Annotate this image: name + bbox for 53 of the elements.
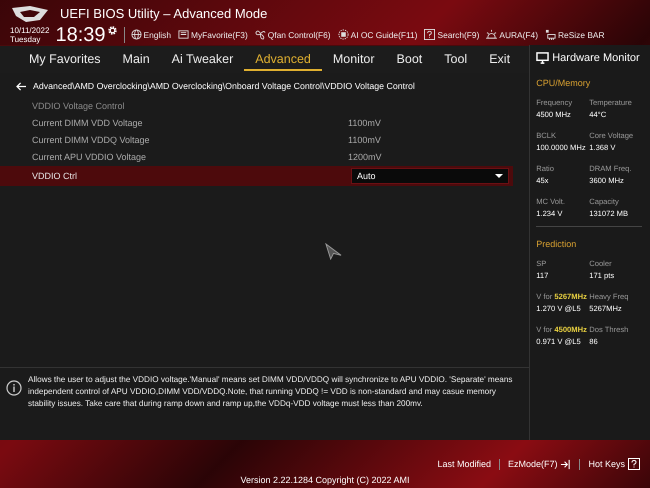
back-arrow-icon[interactable] (16, 82, 27, 90)
section-heading: VDDIO Voltage Control (32, 100, 126, 110)
setting-label: Current DIMM VDD Voltage (32, 118, 144, 128)
light-icon (486, 29, 498, 40)
last-modified-link[interactable]: Last Modified (437, 459, 491, 469)
help-icon (424, 29, 436, 40)
setting-label: Current DIMM VDDQ Voltage (32, 134, 151, 144)
monitor-icon (536, 52, 550, 64)
fan-icon (254, 29, 266, 40)
panel-title: Hardware Monitor (552, 52, 640, 64)
date-text: 10/11/2022 (10, 26, 50, 34)
menu-tab[interactable]: My Favorites (18, 48, 112, 70)
breadcrumb-path: Advanced\AMD Overclocking\AMD Overclocking\Onboard Voltage Control\VDDIO Voltage Control (33, 81, 415, 91)
toolbar-button[interactable]: MyFavorite(F3) (178, 29, 248, 40)
toolbar-button[interactable]: English (130, 29, 171, 40)
question-mark-icon (628, 458, 640, 470)
folder-icon (178, 29, 189, 40)
section-title: Prediction (536, 239, 578, 249)
globe-icon (130, 29, 142, 40)
ez-mode-button[interactable]: EzMode(F7) (508, 458, 572, 470)
dropdown-select[interactable]: Auto (351, 168, 509, 184)
menu-tab[interactable]: Boot (386, 48, 434, 70)
menu-tab[interactable]: Main (112, 48, 161, 70)
settings-icon[interactable] (106, 25, 118, 36)
mouse-cursor-icon (325, 243, 342, 260)
menu-tab[interactable]: Ai Tweaker (160, 48, 244, 70)
menu-tab[interactable]: Exit (478, 48, 522, 70)
toolbar-button[interactable]: Qfan Control(F6) (254, 29, 331, 40)
eye-logo-icon (10, 4, 50, 24)
menu-tab[interactable]: Tool (433, 48, 478, 70)
clock-time: 18:39 (55, 24, 106, 44)
info-icon (6, 380, 22, 396)
setting-label: Current APU VDDIO Voltage (32, 152, 148, 162)
window-title: UEFI BIOS Utility – Advanced Mode (60, 6, 268, 21)
chip-icon (338, 29, 349, 40)
setting-value: 1200mV (348, 152, 382, 162)
setting-value: 1100mV (348, 118, 381, 128)
chip-bar-icon (545, 29, 556, 40)
section-title: CPU/Memory (536, 78, 592, 88)
hot-keys-button[interactable]: Hot Keys (588, 458, 640, 470)
setting-label: VDDIO Ctrl (32, 171, 78, 181)
menu-tab[interactable]: Monitor (322, 48, 386, 70)
exit-arrow-icon (560, 458, 572, 470)
version-copyright-text: Version 2.22.1284 Copyright (C) 2022 AMI (240, 475, 410, 485)
caret-icon (495, 174, 503, 178)
day-text: Tuesday (10, 34, 42, 44)
help-description: Allows the user to adjust the VDDIO voltage.'Manual' means set DIMM VDD/VDDQ will synchronize to APU VDDIO. 'Separate' means independent control of APU VDDIO,DIMM VDD/VDDQ.Note, that running VDDQ != VDD is non-standard and may casue memory stability issues. Take care that during ramp down and ramp up,the VDDq-VDD voltage must less than 200mv. (28, 374, 514, 410)
toolbar-button[interactable]: Search(F9) (424, 29, 480, 40)
setting-value: 1100mV (348, 134, 381, 144)
toolbar-button[interactable]: AURA(F4) (486, 29, 538, 40)
menu-tab[interactable]: Advanced (244, 48, 322, 70)
toolbar-button[interactable]: AI OC Guide(F11) (338, 29, 418, 40)
toolbar-button[interactable]: ReSize BAR (545, 29, 605, 40)
